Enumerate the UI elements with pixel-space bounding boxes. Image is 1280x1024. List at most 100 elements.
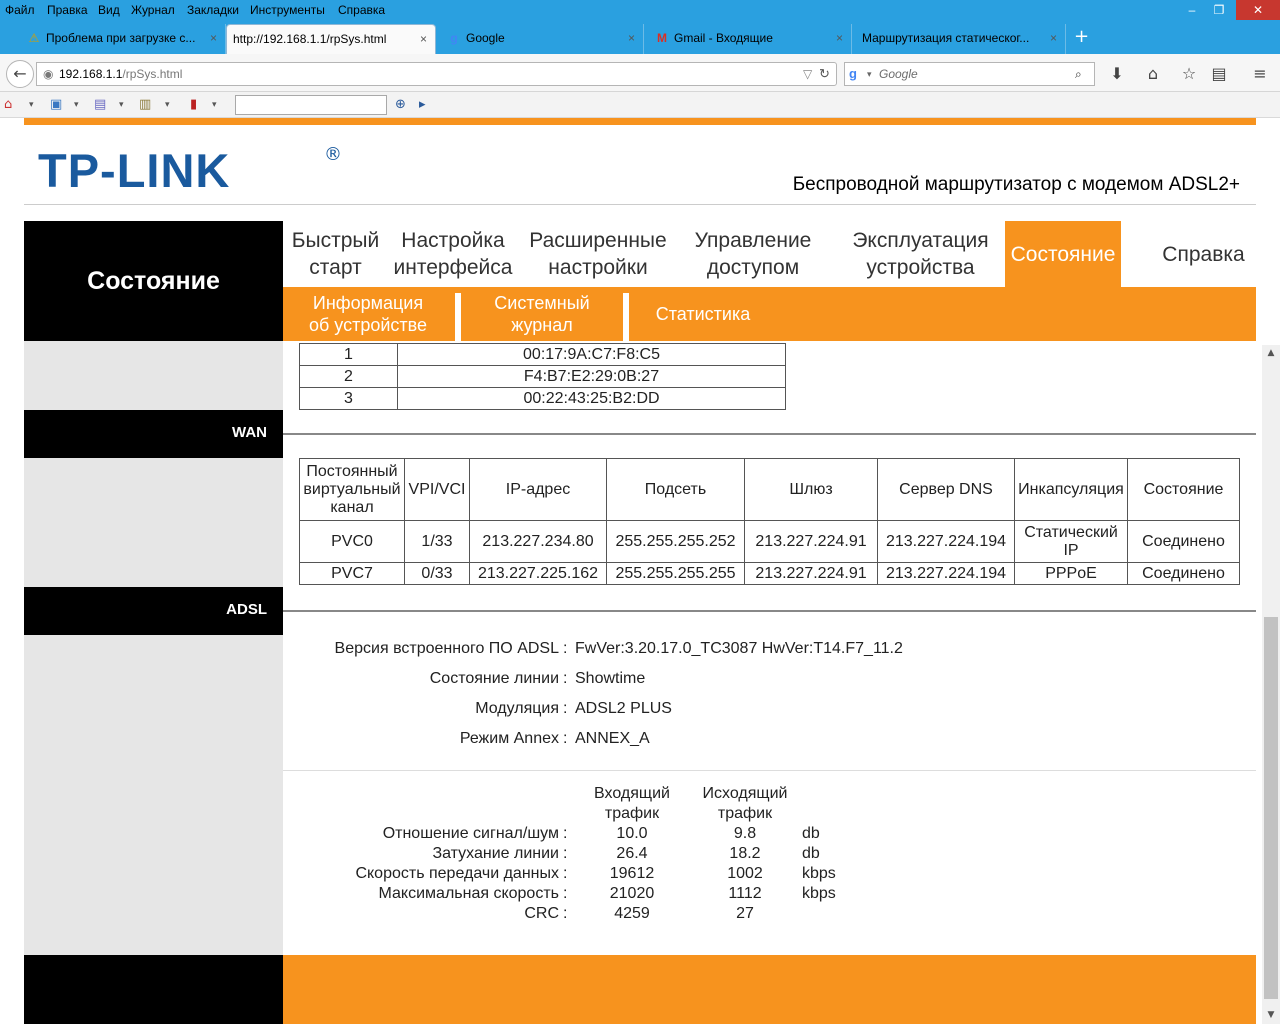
tab-router-page[interactable]: http://192.168.1.1/rpSys.html × xyxy=(226,24,436,54)
tab-close-icon[interactable]: × xyxy=(210,24,217,52)
nav-access-management[interactable]: Управление доступом xyxy=(678,221,828,287)
back-button[interactable]: ← xyxy=(6,60,34,88)
nav-status[interactable]: Состояние xyxy=(1005,221,1121,287)
table-cell: 213.227.224.194 xyxy=(877,562,1015,585)
address-bar[interactable]: ◉ 192.168.1.1/rpSys.html ▽ ↻ xyxy=(36,62,837,86)
bookmarks-list-icon[interactable]: ▤ xyxy=(1207,62,1231,86)
stat-key: Максимальная скорость xyxy=(378,885,559,902)
table-cell: 255.255.255.255 xyxy=(606,562,745,585)
search-placeholder: Google xyxy=(879,67,918,81)
page-scrollbar[interactable]: ▲ ▼ xyxy=(1262,345,1280,1024)
minimize-icon[interactable]: – xyxy=(1178,0,1206,20)
tab-load-problem[interactable]: ⚠ Проблема при загрузке с... × xyxy=(20,24,226,54)
magnify-icon[interactable]: ⊕ xyxy=(395,95,406,115)
col-header: IP-адрес xyxy=(469,458,607,521)
dropdown-icon[interactable]: ▾ xyxy=(29,95,34,115)
section-adsl-label: ADSL xyxy=(24,587,283,635)
history-dropdown-icon[interactable]: ▽ xyxy=(803,63,812,85)
header-text: Входящий xyxy=(594,785,670,802)
toolbar-search-input[interactable] xyxy=(235,95,387,115)
stat-up: 18.2 xyxy=(729,845,761,862)
info-value: FwVer:3.20.17.0_TC3087 HwVer:T14.F7_11.2 xyxy=(575,640,903,657)
stat-up: 1002 xyxy=(727,865,763,882)
table-row: 2 F4:B7:E2:29:0B:27 xyxy=(299,365,786,388)
dropdown-icon[interactable]: ▾ xyxy=(212,95,217,115)
stat-key: Скорость передачи данных xyxy=(355,865,559,882)
home-addon-icon[interactable]: ⌂ xyxy=(4,95,12,115)
table-header-row: Постоянный виртуальный канал VPI/VCI IP-… xyxy=(299,458,1240,521)
menu-view[interactable]: Вид xyxy=(98,3,120,17)
tab-close-icon[interactable]: × xyxy=(836,24,843,52)
stat-colon: : xyxy=(563,825,568,842)
hamburger-menu-icon[interactable]: ≡ xyxy=(1248,62,1272,86)
search-icon[interactable]: ⌕ xyxy=(1075,63,1082,85)
scrollbar-thumb[interactable] xyxy=(1264,617,1278,999)
tab-close-icon[interactable]: × xyxy=(420,25,427,53)
nav-help[interactable]: Справка xyxy=(1151,221,1256,287)
stat-colon: : xyxy=(563,865,568,882)
table-cell: 213.227.224.194 xyxy=(877,520,1015,563)
router-page: TP-LINK ® Беспроводной маршрутизатор с мо… xyxy=(0,118,1262,1024)
subnav-label: журнал xyxy=(511,315,573,335)
top-accent-stripe xyxy=(24,118,1256,125)
nav-advanced-setup[interactable]: Расширенные настройки xyxy=(518,221,678,287)
nav-interface-setup[interactable]: Настройка интерфейса xyxy=(388,221,518,287)
stat-down: 26.4 xyxy=(616,845,648,862)
nav-label: Расширенные xyxy=(529,229,667,252)
page-addon-icon[interactable]: ▣ xyxy=(50,95,62,115)
bookmark-star-icon[interactable]: ☆ xyxy=(1177,62,1201,86)
clipboard-addon-icon[interactable]: ▥ xyxy=(139,95,151,115)
subnav-statistics[interactable]: Статистика xyxy=(629,287,777,341)
tab-close-icon[interactable]: × xyxy=(1050,24,1057,52)
stat-up: 27 xyxy=(736,905,754,922)
download-icon[interactable]: ⬇ xyxy=(1105,62,1129,86)
home-icon[interactable]: ⌂ xyxy=(1141,62,1165,86)
scroll-up-icon[interactable]: ▲ xyxy=(1262,345,1280,361)
mac-address: 00:17:9A:C7:F8:C5 xyxy=(397,343,786,366)
subnav-system-log[interactable]: Системный журнал xyxy=(461,287,623,341)
nav-maintenance[interactable]: Эксплуатация устройства xyxy=(838,221,1003,287)
tab-gmail[interactable]: M Gmail - Входящие × xyxy=(648,24,852,54)
stat-key: CRC xyxy=(524,905,559,922)
info-key: Версия встроенного ПО ADSL xyxy=(334,640,559,657)
table-cell: 213.227.224.91 xyxy=(744,520,878,563)
tab-static-routing[interactable]: Маршрутизация статическог... × xyxy=(856,24,1066,54)
engine-dropdown-icon[interactable]: ▾ xyxy=(867,63,872,85)
nav-label: интерфейса xyxy=(393,256,513,279)
nav-label: Справка xyxy=(1162,242,1245,266)
menu-bookmarks[interactable]: Закладки xyxy=(187,3,239,17)
tp-link-logo: TP-LINK ® xyxy=(38,144,358,197)
search-bar[interactable]: g ▾ Google ⌕ xyxy=(844,62,1095,86)
subnav-label: Системный xyxy=(494,293,590,313)
nav-quick-start[interactable]: Быстрый старт xyxy=(283,221,388,287)
stat-down: 21020 xyxy=(609,885,655,902)
brand-text: TP-LINK xyxy=(38,144,231,197)
tab-close-icon[interactable]: × xyxy=(628,24,635,52)
menu-bar: Файл Правка Вид Журнал Закладки Инструме… xyxy=(0,0,1280,20)
col-header: Инкапсуляция xyxy=(1014,458,1128,521)
subnav-device-info[interactable]: Информация об устройстве xyxy=(283,287,453,341)
menu-history[interactable]: Журнал xyxy=(131,3,175,17)
restore-icon[interactable]: ❐ xyxy=(1205,0,1233,20)
cursor-icon[interactable]: ▸ xyxy=(419,95,426,115)
close-window-icon[interactable]: ✕ xyxy=(1236,0,1280,20)
dropdown-icon[interactable]: ▾ xyxy=(74,95,79,115)
menu-edit[interactable]: Правка xyxy=(47,3,88,17)
table-cell: Соединено xyxy=(1127,520,1240,563)
subnav-label: Статистика xyxy=(655,304,751,324)
dropdown-icon[interactable]: ▾ xyxy=(165,95,170,115)
dropdown-icon[interactable]: ▾ xyxy=(119,95,124,115)
new-tab-button[interactable]: + xyxy=(1074,26,1089,47)
book-addon-icon[interactable]: ▮ xyxy=(190,95,197,115)
menu-help[interactable]: Справка xyxy=(338,3,385,17)
document-addon-icon[interactable]: ▤ xyxy=(94,95,106,115)
reload-icon[interactable]: ↻ xyxy=(819,63,830,85)
registered-mark: ® xyxy=(324,144,342,165)
nav-label: Быстрый xyxy=(291,229,380,252)
menu-tools[interactable]: Инструменты xyxy=(250,3,325,17)
menu-file[interactable]: Файл xyxy=(5,3,35,17)
header-text: трафик xyxy=(717,805,773,822)
google-engine-icon[interactable]: g xyxy=(849,65,865,83)
tab-google[interactable]: g Google × xyxy=(440,24,644,54)
scroll-down-icon[interactable]: ▼ xyxy=(1262,1007,1280,1023)
